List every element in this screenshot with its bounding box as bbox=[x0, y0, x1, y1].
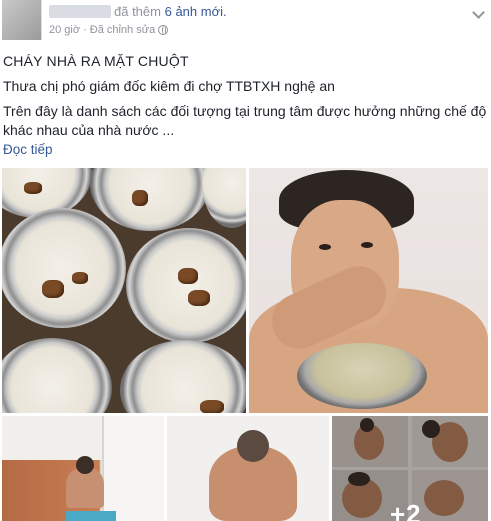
see-more-link[interactable]: Đọc tiếp bbox=[3, 140, 53, 159]
action-photos-link[interactable]: 6 ảnh mới. bbox=[165, 4, 227, 19]
post-line-2: Trên đây là danh sách các đối tượng tại … bbox=[3, 103, 487, 138]
avatar[interactable] bbox=[2, 0, 42, 40]
photo-more[interactable]: +2 bbox=[332, 416, 488, 521]
photo-person-crouching[interactable] bbox=[167, 416, 329, 521]
author-name-redacted[interactable] bbox=[49, 5, 111, 18]
post-body: CHÁY NHÀ RA MẶT CHUỘT Thưa chị phó giám … bbox=[3, 52, 489, 159]
post-action: đã thêm 6 ảnh mới. bbox=[114, 4, 227, 19]
photo-grid: +2 bbox=[0, 168, 491, 521]
post-time[interactable]: 20 giờ bbox=[49, 24, 80, 36]
photo-person-floor[interactable] bbox=[2, 416, 164, 521]
post-header: đã thêm 6 ảnh mới. 20 giờ · Đã chỉnh sửa bbox=[0, 0, 491, 44]
post-line-1: Thưa chị phó giám đốc kiêm đi chợ TTBTXH… bbox=[3, 78, 335, 94]
more-photos-count[interactable]: +2 bbox=[390, 499, 422, 521]
photo-person-eating[interactable] bbox=[249, 168, 488, 413]
meta-separator: · bbox=[83, 24, 87, 36]
post-meta: 20 giờ · Đã chỉnh sửa bbox=[49, 24, 169, 36]
photo-rice-bowls[interactable] bbox=[2, 168, 246, 413]
chevron-down-icon[interactable] bbox=[472, 6, 485, 19]
action-prefix: đã thêm bbox=[114, 4, 161, 19]
post-title: CHÁY NHÀ RA MẶT CHUỘT bbox=[3, 53, 189, 69]
edited-label[interactable]: Đã chỉnh sửa bbox=[90, 24, 155, 36]
globe-icon[interactable] bbox=[158, 25, 169, 35]
